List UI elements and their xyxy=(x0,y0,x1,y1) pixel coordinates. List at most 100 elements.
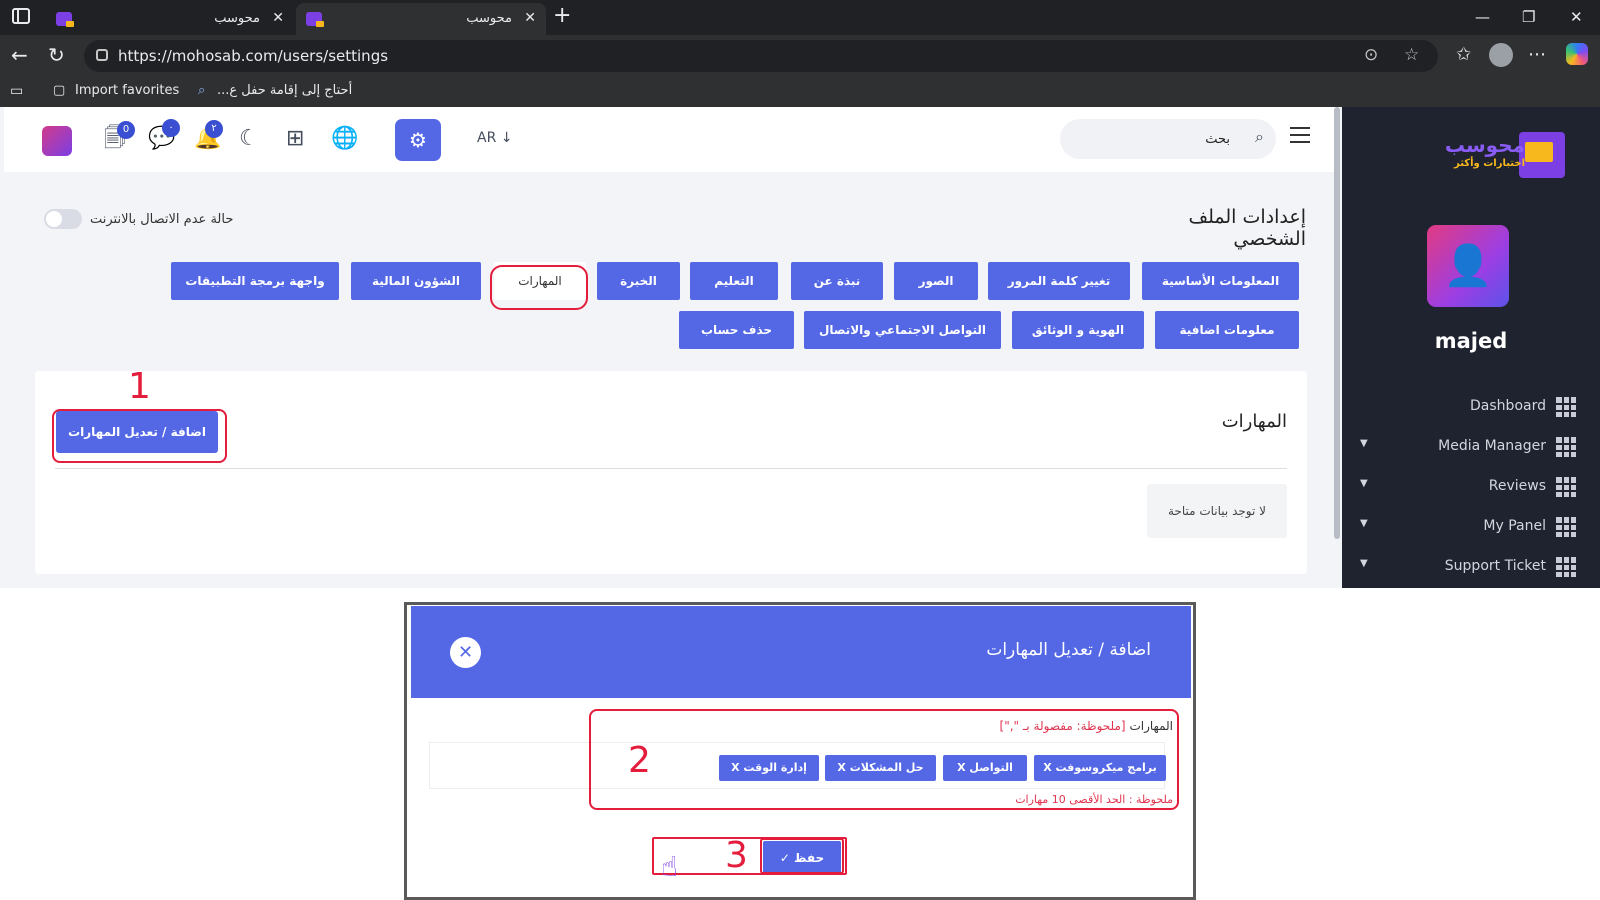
language-select[interactable]: AR ↓ xyxy=(477,130,513,146)
highlight-add-button xyxy=(52,409,227,463)
arrow-down-icon: ↓ xyxy=(500,130,513,146)
pointing-hand-icon: ☝ xyxy=(661,850,679,883)
favorite-star-icon[interactable]: ☆ xyxy=(1404,45,1419,65)
tab-basic-info[interactable]: المعلومات الأساسية xyxy=(1142,262,1299,300)
sidebar-item-label: Media Manager xyxy=(1438,438,1546,454)
cart-badge: 0 xyxy=(117,121,135,139)
sidebar-item-my-panel[interactable]: ▼ My Panel xyxy=(1342,515,1600,539)
search-input[interactable] xyxy=(1070,128,1230,150)
tab-api[interactable]: واجهة برمجة التطبيقات xyxy=(171,262,339,300)
tab-photos[interactable]: الصور xyxy=(894,262,978,300)
browser-tab-1[interactable]: محوسب ✕ xyxy=(46,3,294,35)
new-tab-icon[interactable]: + xyxy=(553,5,571,27)
offline-toggle[interactable] xyxy=(44,209,82,229)
refresh-icon[interactable]: ↻ xyxy=(48,44,65,66)
username: majed xyxy=(1434,329,1508,353)
grid-icon xyxy=(1556,477,1576,497)
page-scrollbar[interactable] xyxy=(1334,107,1340,539)
close-icon[interactable]: ✕ xyxy=(450,637,481,668)
sidebar-item-label: Support Ticket xyxy=(1444,558,1546,574)
browser-tab-2[interactable]: محوسب ✕ xyxy=(296,3,546,35)
restore-icon[interactable]: ❐ xyxy=(1522,8,1535,26)
site-favicon-icon xyxy=(56,12,74,27)
skills-card-title: المهارات xyxy=(1221,411,1287,432)
step-number-3: 3 xyxy=(725,835,748,876)
skills-card: المهارات اضافة / تعديل المهارات لا توجد … xyxy=(35,371,1307,574)
more-menu-icon[interactable]: ⋯ xyxy=(1528,44,1546,65)
sidebar-item-support-ticket[interactable]: ▼ Support Ticket xyxy=(1342,555,1600,579)
site-favicon-icon xyxy=(306,12,324,27)
site-logo[interactable]: محوسب اختبارات وأكثر xyxy=(1445,132,1565,184)
caret-down-icon: ▼ xyxy=(1360,518,1368,529)
tab-social-contact[interactable]: التواصل الاجتماعي والاتصال xyxy=(804,311,1001,349)
menu-icon[interactable] xyxy=(1290,127,1310,143)
favorites-icon[interactable]: ✩ xyxy=(1456,44,1471,65)
page-title: إعدادات الملف الشخصي xyxy=(1188,206,1306,250)
no-data-message: لا توجد بيانات متاحة xyxy=(1147,484,1287,538)
user-avatar[interactable] xyxy=(42,126,72,156)
browser-tab-title: محوسب xyxy=(466,11,512,26)
tab-additional-info[interactable]: معلومات اضافية xyxy=(1155,311,1299,349)
grid-icon xyxy=(1556,517,1576,537)
bell-badge: ٢ xyxy=(205,120,223,138)
caret-down-icon: ▼ xyxy=(1360,438,1368,449)
language-label: AR xyxy=(477,130,497,146)
search-box: ⌕ xyxy=(1060,119,1276,159)
step-number-1: 1 xyxy=(128,366,151,407)
sidebar-item-reviews[interactable]: ▼ Reviews xyxy=(1342,475,1600,499)
site-info-icon[interactable] xyxy=(96,49,108,61)
tab-change-password[interactable]: تغيير كلمة المرور xyxy=(988,262,1130,300)
dashboard-sidebar: محوسب اختبارات وأكثر 👤 majed Dashboard ▼… xyxy=(1342,107,1600,588)
copilot-icon[interactable] xyxy=(1566,43,1588,65)
sidebar-item-label: Dashboard xyxy=(1470,398,1546,414)
caret-down-icon: ▼ xyxy=(1360,478,1368,489)
layout-icon[interactable]: ⊞ xyxy=(286,127,304,151)
chat-badge: ٠ xyxy=(162,119,180,137)
sidebar-toggle-icon[interactable] xyxy=(12,8,30,24)
globe-icon[interactable]: 🌐 xyxy=(331,127,358,151)
minimize-icon[interactable]: — xyxy=(1475,8,1490,26)
ai-assistant-button[interactable]: ⚙ xyxy=(395,119,441,161)
screenshot-root: محوسب ✕ محوسب ✕ + — ❐ ✕ ← ↻ https://moho… xyxy=(0,0,1600,900)
logo-title: محوسب xyxy=(1444,133,1525,157)
highlight-skills-input xyxy=(589,709,1179,810)
browser-tab-strip: محوسب ✕ محوسب ✕ + — ❐ ✕ xyxy=(0,0,1600,35)
close-window-icon[interactable]: ✕ xyxy=(1570,8,1583,26)
import-favorites-link[interactable]: Import favorites xyxy=(75,83,179,98)
favorite-link[interactable]: أحتاج إلى إقامة حفل ع... xyxy=(217,83,352,98)
sidebar-item-label: Reviews xyxy=(1488,478,1546,494)
modal-header: اضافة / تعديل المهارات ✕ xyxy=(411,606,1191,698)
highlight-skills-tab xyxy=(490,265,588,310)
sidebar-item-dashboard[interactable]: Dashboard xyxy=(1342,395,1600,419)
tab-about[interactable]: نبذة عن xyxy=(791,262,883,300)
profile-icon[interactable] xyxy=(1489,43,1513,67)
sidebar-item-label: My Panel xyxy=(1483,518,1546,534)
offline-label: حالة عدم الاتصال بالانترنت xyxy=(90,211,234,227)
tab-experience[interactable]: الخبرة xyxy=(597,262,680,300)
tab-finance[interactable]: الشؤون المالية xyxy=(351,262,481,300)
tab-identity-documents[interactable]: الهوية و الوثائق xyxy=(1012,311,1144,349)
url-text: https://mohosab.com/users/settings xyxy=(118,47,389,65)
dark-mode-icon[interactable]: ☾ xyxy=(239,127,259,151)
highlight-save-button xyxy=(760,838,844,874)
web-page: 🗐 0 💬 ٠ 🔔 ٢ ☾ ⊞ 🌐 ⚙ AR ↓ ⌕ إعدادات الملف… xyxy=(0,107,1600,588)
tab-delete-account[interactable]: حذف حساب xyxy=(679,311,794,349)
favorites-bar: ▭ ▢ Import favorites ⌕ أحتاج إلى إقامة ح… xyxy=(0,77,1600,107)
search-icon[interactable]: ⌕ xyxy=(1255,127,1264,147)
import-favorites-icon: ▢ xyxy=(53,83,66,98)
back-icon[interactable]: ← xyxy=(11,44,28,66)
url-field[interactable]: https://mohosab.com/users/settings ⊙ ☆ xyxy=(84,40,1438,72)
caret-down-icon: ▼ xyxy=(1360,558,1368,569)
tab-education[interactable]: التعليم xyxy=(690,262,778,300)
grid-icon xyxy=(1556,397,1576,417)
grid-icon xyxy=(1556,437,1576,457)
top-navbar: 🗐 0 💬 ٠ 🔔 ٢ ☾ ⊞ 🌐 ⚙ AR ↓ ⌕ xyxy=(4,107,1338,172)
browser-tab-title: محوسب xyxy=(214,11,260,26)
close-tab-icon[interactable]: ✕ xyxy=(524,10,536,26)
collections-icon[interactable]: ▭ xyxy=(10,83,23,99)
browser-address-bar: ← ↻ https://mohosab.com/users/settings ⊙… xyxy=(0,35,1600,77)
grid-icon xyxy=(1556,557,1576,577)
close-tab-icon[interactable]: ✕ xyxy=(272,10,284,26)
reader-icon[interactable]: ⊙ xyxy=(1364,45,1378,65)
sidebar-item-media-manager[interactable]: ▼ Media Manager xyxy=(1342,435,1600,459)
